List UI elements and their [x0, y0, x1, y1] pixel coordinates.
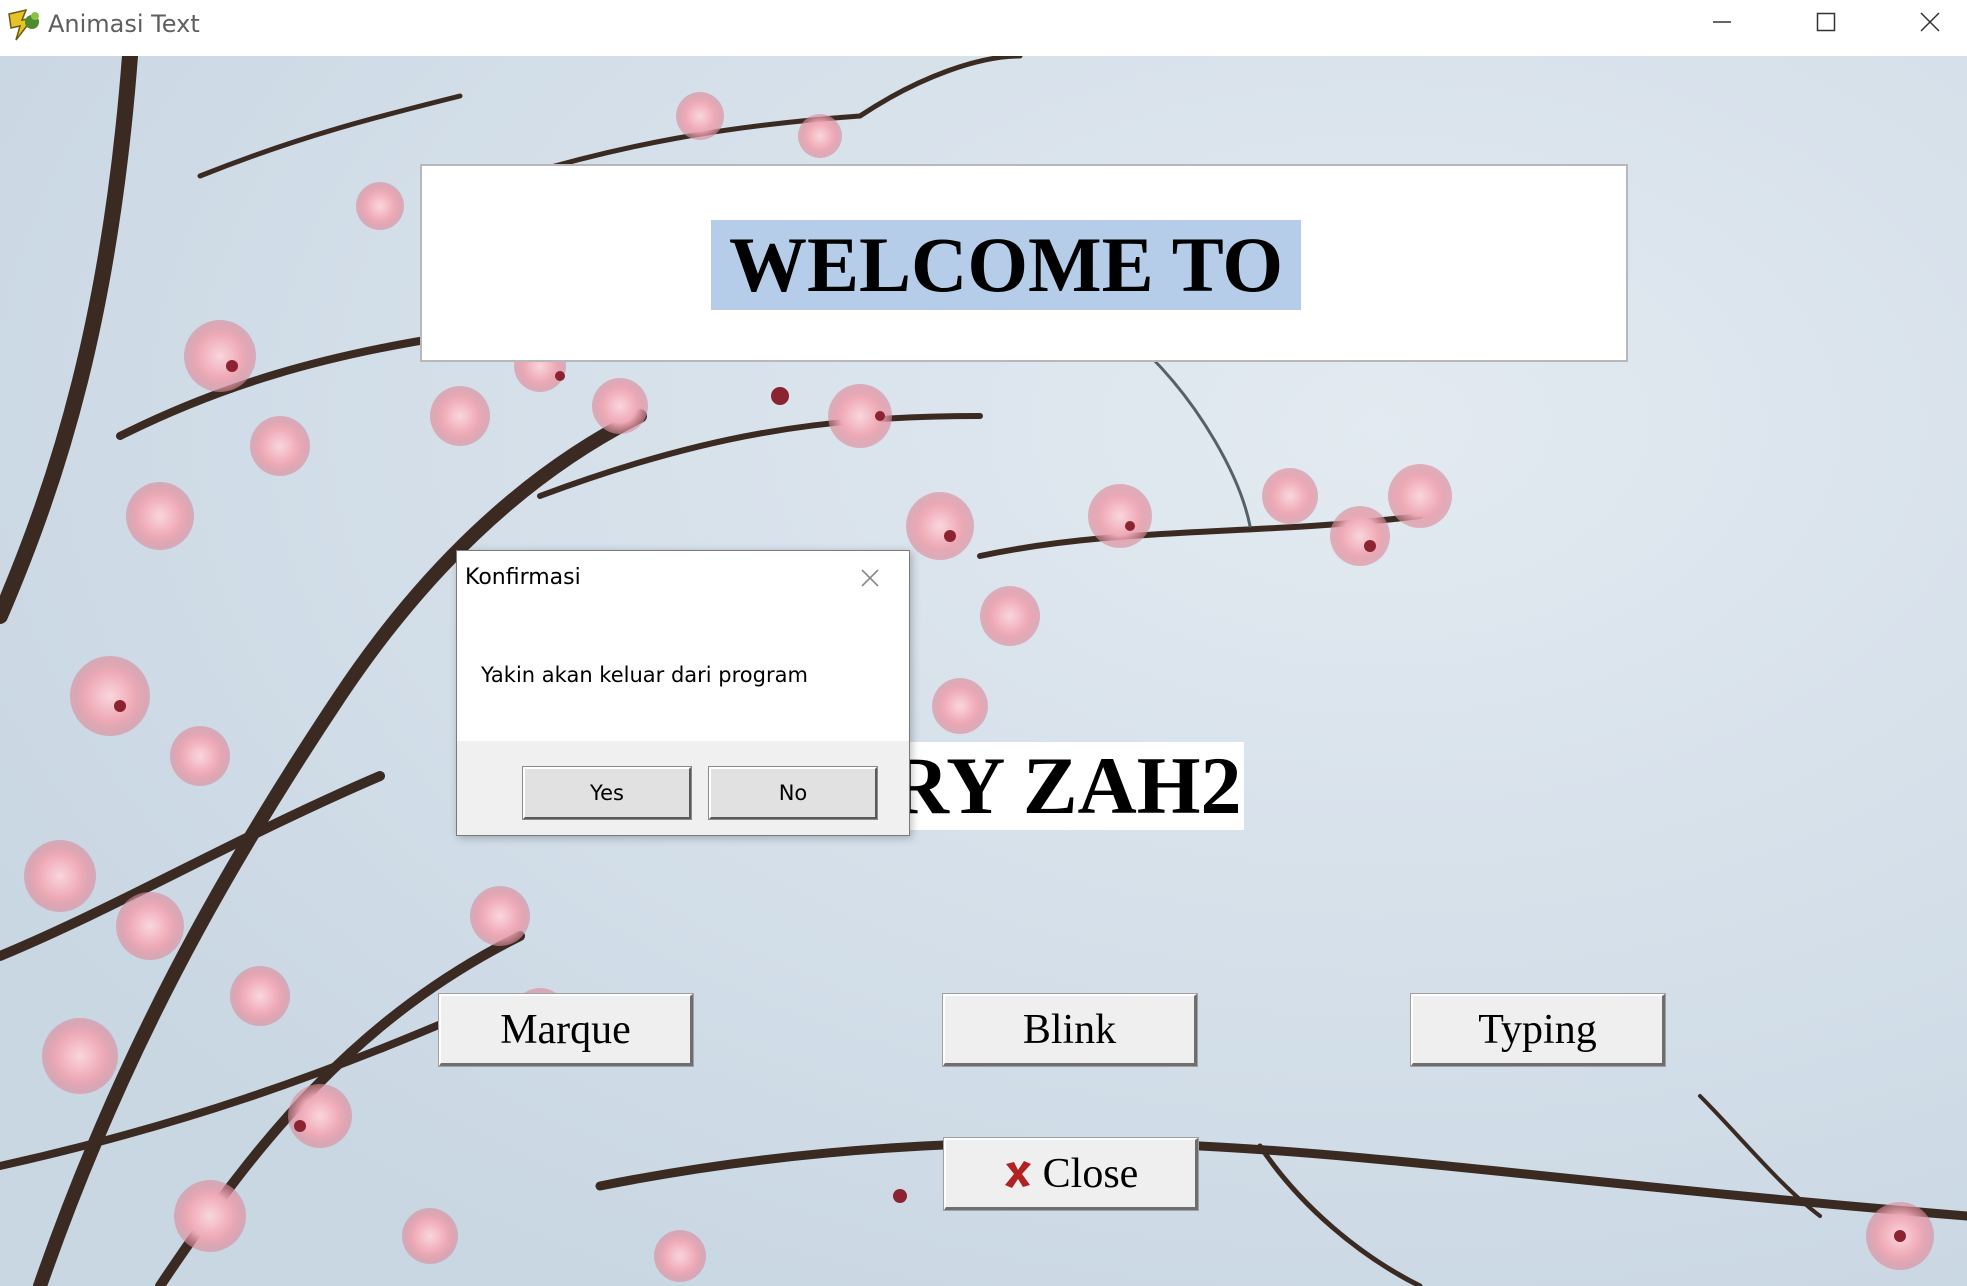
close-window-button[interactable] — [1880, 0, 1967, 44]
blink-button[interactable]: Blink — [943, 994, 1197, 1066]
no-button[interactable]: No — [709, 767, 877, 819]
maximize-button[interactable] — [1776, 0, 1876, 44]
title-bar: Animasi Text — [0, 0, 1967, 56]
minimize-button[interactable] — [1672, 0, 1772, 44]
marque-button[interactable]: Marque — [439, 994, 693, 1066]
window-title: Animasi Text — [48, 10, 200, 38]
dialog-close-button[interactable] — [855, 563, 885, 593]
delphi-helmet-icon — [6, 6, 44, 44]
dialog-title: Konfirmasi — [465, 565, 581, 590]
dialog-message: Yakin akan keluar dari program — [481, 663, 808, 687]
welcome-label: WELCOME TO — [711, 220, 1302, 310]
yes-button[interactable]: Yes — [523, 767, 691, 819]
close-icon — [1920, 12, 1940, 32]
red-x-icon — [1003, 1159, 1033, 1189]
dialog-button-bar: Yes No — [457, 741, 909, 835]
minimize-icon — [1713, 21, 1731, 23]
maximize-icon — [1816, 12, 1836, 32]
typing-button[interactable]: Typing — [1411, 994, 1665, 1066]
close-button-label: Close — [1042, 1150, 1139, 1197]
form-client-area: WELCOME TO MY LIBRARY ZAH2 Marque Blink … — [0, 56, 1967, 1286]
app-window: Animasi Text WELCOME TO ZAH2 Marque Blin… — [0, 0, 1967, 1286]
close-button[interactable]: Close — [944, 1138, 1198, 1210]
close-icon — [861, 569, 879, 587]
confirm-dialog: Konfirmasi Yakin akan keluar dari progra… — [456, 550, 910, 836]
welcome-panel: WELCOME TO — [420, 164, 1628, 362]
